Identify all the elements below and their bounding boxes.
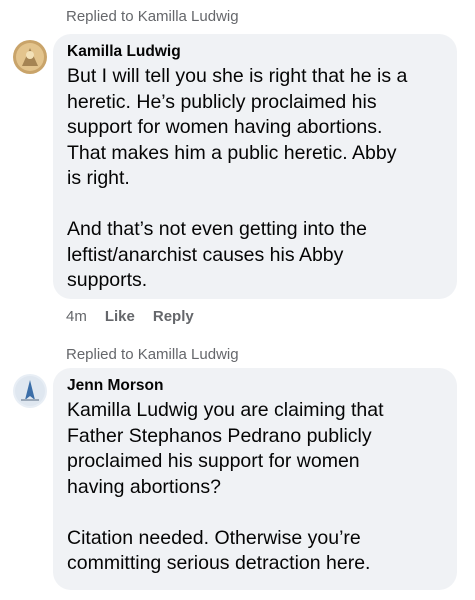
comment-bubble: Jenn Morson Kamilla Ludwig you are claim…: [53, 368, 457, 590]
comment-text: Kamilla Ludwig you are claiming that Fat…: [67, 399, 384, 574]
comment-text: But I will tell you she is right that he…: [67, 65, 408, 291]
avatar-kamilla[interactable]: [13, 40, 47, 74]
reply-button[interactable]: Reply: [153, 308, 194, 325]
replied-to-label: Replied to Kamilla Ludwig: [66, 346, 239, 363]
comment-bubble: Kamilla Ludwig But I will tell you she i…: [53, 34, 457, 299]
comment-author[interactable]: Kamilla Ludwig: [67, 42, 443, 62]
comment-timestamp[interactable]: 4m: [66, 308, 87, 325]
avatar-jenn[interactable]: [13, 374, 47, 408]
replied-to-label: Replied to Kamilla Ludwig: [66, 8, 239, 25]
like-button[interactable]: Like: [105, 308, 135, 325]
comment-actions: 4m Like Reply: [66, 308, 194, 325]
profile-picture-icon: [13, 40, 47, 74]
profile-picture-icon: [13, 374, 47, 408]
comment-author[interactable]: Jenn Morson: [67, 376, 443, 396]
